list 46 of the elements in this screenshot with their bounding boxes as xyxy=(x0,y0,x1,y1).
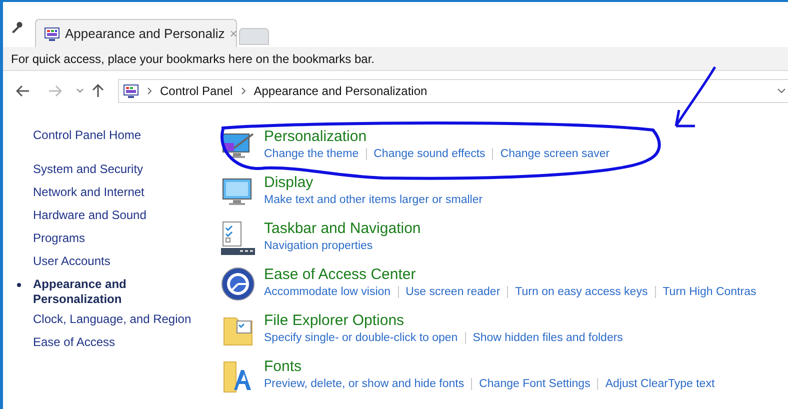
breadcrumb-item[interactable]: Appearance and Personalization xyxy=(254,82,428,100)
task-link[interactable]: Accommodate low vision xyxy=(264,284,391,300)
task-link[interactable]: Turn High Contras xyxy=(662,284,756,300)
bookmarks-bar-hint: For quick access, place your bookmarks here on the bookmarks bar. xyxy=(11,50,375,68)
control-panel-icon xyxy=(44,26,60,40)
control-panel-icon xyxy=(123,84,139,98)
address-bar[interactable]: Control Panel Appearance and Personalization xyxy=(118,79,788,103)
dropdown-chevron-icon[interactable] xyxy=(76,88,84,94)
task-link[interactable]: Change screen saver xyxy=(500,146,610,162)
taskbar-checklist-icon xyxy=(220,220,256,256)
back-arrow-icon[interactable] xyxy=(16,85,30,97)
category-title[interactable]: Display xyxy=(264,174,483,192)
tab-title: Appearance and Personaliz xyxy=(65,24,225,43)
task-link[interactable]: Change Font Settings xyxy=(479,376,590,392)
category-title[interactable]: File Explorer Options xyxy=(264,312,623,330)
task-link[interactable]: Adjust ClearType text xyxy=(605,376,715,392)
sidebar-link[interactable]: Ease of Access xyxy=(33,335,203,350)
category-title[interactable]: Ease of Access Center xyxy=(264,266,756,284)
dropdown-chevron-icon[interactable] xyxy=(777,88,786,94)
category-title[interactable]: Fonts xyxy=(264,358,715,376)
sidebar-link[interactable]: User Accounts xyxy=(33,254,203,269)
sidebar-link[interactable]: Appearance and Personalization xyxy=(33,277,203,307)
sidebar-link[interactable]: Network and Internet xyxy=(33,185,203,200)
task-link[interactable]: Make text and other items larger or smaller xyxy=(264,192,483,208)
category-title[interactable]: Personalization xyxy=(264,128,610,146)
task-link[interactable]: Show hidden files and folders xyxy=(472,330,623,346)
browser-tab[interactable]: Appearance and Personaliz × xyxy=(35,19,237,47)
sidebar-link[interactable]: Programs xyxy=(33,231,203,246)
category-title[interactable]: Taskbar and Navigation xyxy=(264,220,421,238)
task-link[interactable]: Specify single- or double-click to open xyxy=(264,330,458,346)
sidebar-link[interactable]: Hardware and Sound xyxy=(33,208,203,223)
chevron-right-icon xyxy=(147,87,152,95)
task-link[interactable]: Navigation properties xyxy=(264,238,373,254)
sidebar-link[interactable]: System and Security xyxy=(33,162,203,177)
task-link[interactable]: Change sound effects xyxy=(374,146,486,162)
task-link[interactable]: Preview, delete, or show and hide fonts xyxy=(264,376,464,392)
task-link[interactable]: Use screen reader xyxy=(406,284,500,300)
dial-circle-icon xyxy=(220,266,256,302)
chevron-right-icon xyxy=(240,87,246,95)
sidebar-link[interactable]: Clock, Language, and Region xyxy=(33,312,203,327)
hand-drawn-arrow xyxy=(674,66,716,128)
task-link[interactable]: Change the theme xyxy=(264,146,359,162)
task-link[interactable]: Turn on easy access keys xyxy=(515,284,648,300)
sidebar-link[interactable]: Control Panel Home xyxy=(33,128,203,143)
up-arrow-icon[interactable] xyxy=(92,84,104,98)
breadcrumb-item[interactable]: Control Panel xyxy=(160,82,233,100)
